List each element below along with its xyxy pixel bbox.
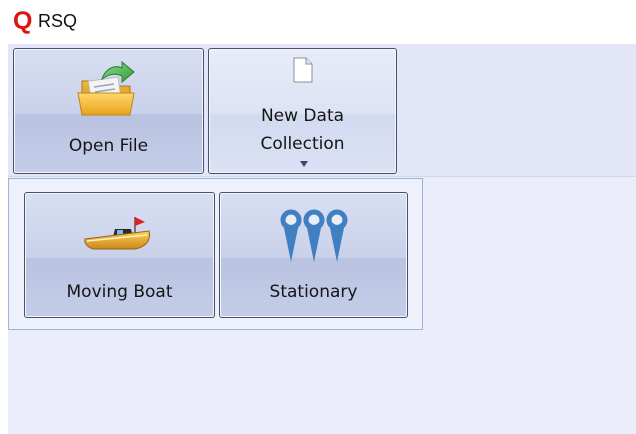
new-data-label-line2: Collection: [260, 134, 345, 154]
open-folder-icon: [76, 59, 138, 119]
open-file-label: Open File: [68, 136, 149, 156]
moving-boat-button[interactable]: Moving Boat: [24, 192, 215, 318]
app-title: RSQ: [38, 11, 78, 31]
moving-boat-label: Moving Boat: [66, 282, 173, 302]
new-document-icon: [293, 57, 313, 83]
app-logo: Q: [13, 7, 33, 35]
location-pins-icon: [278, 207, 350, 265]
new-data-label-line1: New Data: [260, 106, 345, 126]
stationary-label: Stationary: [269, 282, 358, 302]
app-window: Q RSQ Open File New Data Collection Movi…: [0, 0, 636, 434]
stationary-button[interactable]: Stationary: [219, 192, 408, 318]
dropdown-arrow-icon: [300, 161, 308, 167]
boat-icon: [81, 213, 153, 253]
new-data-collection-button[interactable]: New Data Collection: [208, 48, 397, 174]
open-file-button[interactable]: Open File: [13, 48, 204, 174]
title-bar: Q RSQ: [0, 0, 636, 44]
ribbon-divider: [8, 176, 636, 177]
